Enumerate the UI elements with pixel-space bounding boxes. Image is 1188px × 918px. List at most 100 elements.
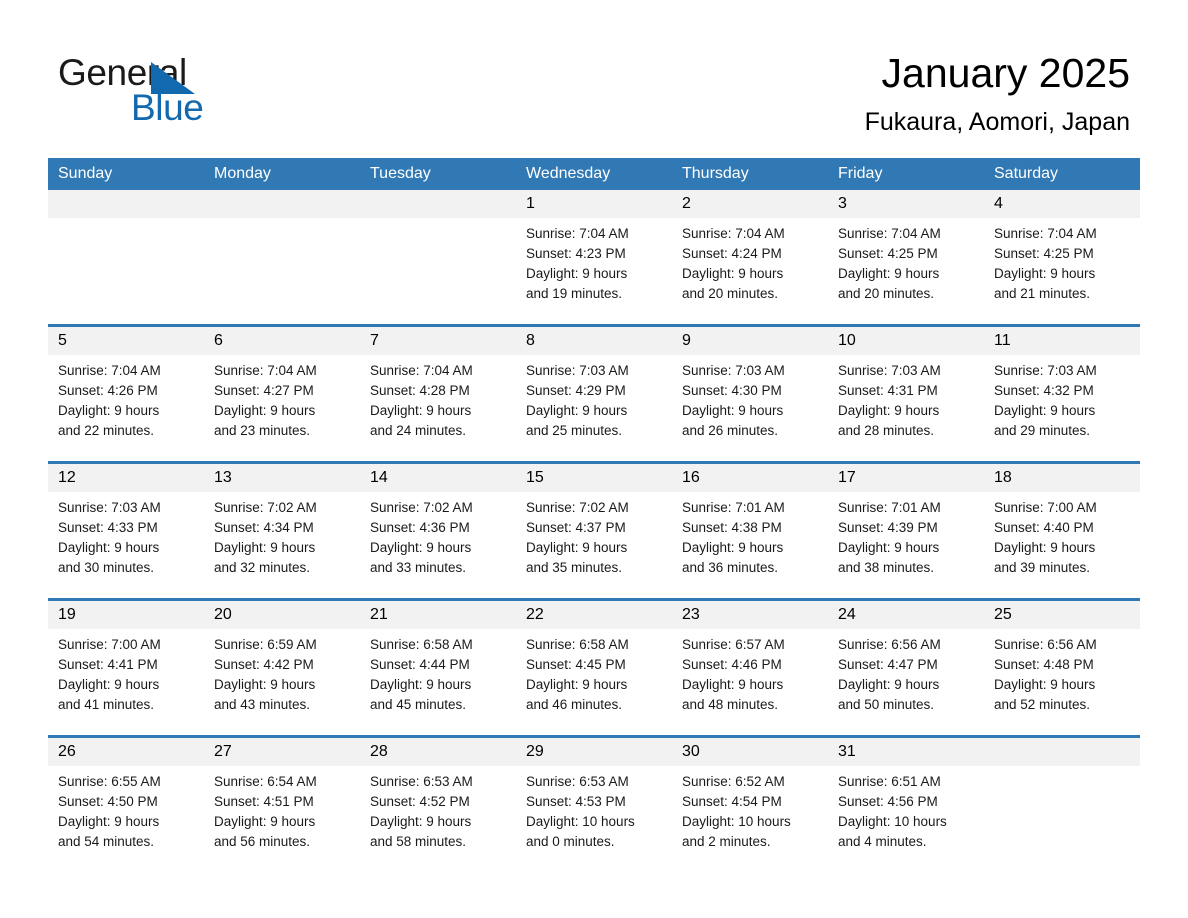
calendar-day-cell[interactable]: 2 Sunrise: 7:04 AM Sunset: 4:24 PM Daylight… xyxy=(672,190,828,316)
day-detail-text: Sunrise: 7:04 AM Sunset: 4:23 PM Daylight:… xyxy=(516,218,672,316)
day-detail-line: Sunset: 4:37 PM xyxy=(526,520,626,535)
calendar-grid: Sunday Monday Tuesday Wednesday Thursday Frid… xyxy=(48,158,1140,864)
calendar-day-cell[interactable]: 24 Sunrise: 6:56 AM Sunset: 4:47 PM Dayligh… xyxy=(828,598,984,727)
day-detail-text: Sunrise: 7:04 AM Sunset: 4:28 PM Daylight:… xyxy=(360,355,516,453)
day-detail-line: Sunset: 4:53 PM xyxy=(526,794,626,809)
calendar-day-cell[interactable]: 8 Sunrise: 7:03 AM Sunset: 4:29 PM Daylight… xyxy=(516,324,672,453)
day-detail-line: and 30 minutes. xyxy=(58,560,155,575)
day-detail-line: Sunrise: 7:04 AM xyxy=(370,363,473,378)
day-detail-line: Sunset: 4:51 PM xyxy=(214,794,314,809)
day-detail-line: and 52 minutes. xyxy=(994,697,1091,712)
day-number: 6 xyxy=(204,327,360,355)
calendar-day-cell[interactable]: 23 Sunrise: 6:57 AM Sunset: 4:46 PM Dayligh… xyxy=(672,598,828,727)
calendar-day-cell[interactable]: 30 Sunrise: 6:52 AM Sunset: 4:54 PM Dayligh… xyxy=(672,735,828,864)
day-detail-line: Sunrise: 7:04 AM xyxy=(838,226,941,241)
weekday-header-thursday: Thursday xyxy=(672,158,828,190)
day-detail-text: Sunrise: 6:55 AM Sunset: 4:50 PM Daylight:… xyxy=(48,766,204,864)
day-detail-line: Sunrise: 7:02 AM xyxy=(370,500,473,515)
day-detail-line: Daylight: 9 hours xyxy=(838,677,940,692)
day-detail-line: Sunrise: 6:51 AM xyxy=(838,774,941,789)
day-detail-line: Sunset: 4:40 PM xyxy=(994,520,1094,535)
day-detail-line: and 39 minutes. xyxy=(994,560,1091,575)
day-detail-line: Daylight: 9 hours xyxy=(682,677,784,692)
day-detail-line: Sunrise: 7:01 AM xyxy=(682,500,785,515)
day-number: 22 xyxy=(516,601,672,629)
day-number: 21 xyxy=(360,601,516,629)
calendar-day-cell[interactable]: 1 Sunrise: 7:04 AM Sunset: 4:23 PM Daylight… xyxy=(516,190,672,316)
day-detail-text: Sunrise: 7:04 AM Sunset: 4:25 PM Daylight:… xyxy=(984,218,1140,316)
day-number xyxy=(204,190,360,218)
general-blue-logo[interactable]: General Blue xyxy=(58,52,318,128)
day-detail-line: Sunset: 4:56 PM xyxy=(838,794,938,809)
calendar-day-cell[interactable]: 15 Sunrise: 7:02 AM Sunset: 4:37 PM Dayligh… xyxy=(516,461,672,590)
calendar-header-row: Sunday Monday Tuesday Wednesday Thursday Frid… xyxy=(48,158,1140,190)
day-detail-line: Daylight: 9 hours xyxy=(682,403,784,418)
day-detail-line: Sunrise: 6:53 AM xyxy=(370,774,473,789)
calendar-day-cell[interactable]: 3 Sunrise: 7:04 AM Sunset: 4:25 PM Daylight… xyxy=(828,190,984,316)
week-spacer-cell xyxy=(48,316,1140,326)
day-detail-text: Sunrise: 7:03 AM Sunset: 4:32 PM Daylight:… xyxy=(984,355,1140,453)
calendar-day-cell[interactable]: 22 Sunrise: 6:58 AM Sunset: 4:45 PM Dayligh… xyxy=(516,598,672,727)
calendar-day-cell[interactable]: 19 Sunrise: 7:00 AM Sunset: 4:41 PM Dayligh… xyxy=(48,598,204,727)
day-detail-text xyxy=(984,766,1140,848)
calendar-day-cell[interactable]: 4 Sunrise: 7:04 AM Sunset: 4:25 PM Daylight… xyxy=(984,190,1140,316)
day-detail-line: Daylight: 9 hours xyxy=(682,540,784,555)
day-number: 10 xyxy=(828,327,984,355)
day-detail-line: Sunrise: 7:03 AM xyxy=(838,363,941,378)
calendar-day-cell[interactable]: 29 Sunrise: 6:53 AM Sunset: 4:53 PM Dayligh… xyxy=(516,735,672,864)
calendar-day-cell[interactable]: 11 Sunrise: 7:03 AM Sunset: 4:32 PM Dayligh… xyxy=(984,324,1140,453)
weekday-header-monday: Monday xyxy=(204,158,360,190)
day-detail-line: Sunset: 4:25 PM xyxy=(838,246,938,261)
day-detail-text: Sunrise: 6:58 AM Sunset: 4:44 PM Daylight:… xyxy=(360,629,516,727)
day-detail-line: and 2 minutes. xyxy=(682,834,771,849)
calendar-day-cell[interactable]: 25 Sunrise: 6:56 AM Sunset: 4:48 PM Dayligh… xyxy=(984,598,1140,727)
day-detail-line: and 41 minutes. xyxy=(58,697,155,712)
calendar-day-cell[interactable]: 17 Sunrise: 7:01 AM Sunset: 4:39 PM Dayligh… xyxy=(828,461,984,590)
calendar-day-cell[interactable]: 26 Sunrise: 6:55 AM Sunset: 4:50 PM Dayligh… xyxy=(48,735,204,864)
calendar-day-cell[interactable]: 5 Sunrise: 7:04 AM Sunset: 4:26 PM Daylight… xyxy=(48,324,204,453)
day-detail-line: Sunrise: 7:03 AM xyxy=(526,363,629,378)
calendar-day-cell[interactable]: 14 Sunrise: 7:02 AM Sunset: 4:36 PM Dayligh… xyxy=(360,461,516,590)
day-detail-text xyxy=(360,218,516,300)
day-detail-line: Sunrise: 7:04 AM xyxy=(526,226,629,241)
calendar-day-cell[interactable]: 12 Sunrise: 7:03 AM Sunset: 4:33 PM Dayligh… xyxy=(48,461,204,590)
calendar-day-cell[interactable]: 6 Sunrise: 7:04 AM Sunset: 4:27 PM Daylight… xyxy=(204,324,360,453)
day-detail-line: Daylight: 9 hours xyxy=(994,540,1096,555)
day-number: 11 xyxy=(984,327,1140,355)
calendar-day-cell[interactable]: 28 Sunrise: 6:53 AM Sunset: 4:52 PM Dayligh… xyxy=(360,735,516,864)
calendar-day-cell[interactable]: 21 Sunrise: 6:58 AM Sunset: 4:44 PM Dayligh… xyxy=(360,598,516,727)
day-detail-line: Sunrise: 6:56 AM xyxy=(994,637,1097,652)
day-detail-line: and 24 minutes. xyxy=(370,423,467,438)
location-subtitle: Fukaura, Aomori, Japan xyxy=(864,108,1130,136)
day-detail-line: Sunset: 4:23 PM xyxy=(526,246,626,261)
calendar-day-cell[interactable]: 13 Sunrise: 7:02 AM Sunset: 4:34 PM Dayligh… xyxy=(204,461,360,590)
day-detail-line: Sunset: 4:42 PM xyxy=(214,657,314,672)
day-number: 25 xyxy=(984,601,1140,629)
day-detail-text: Sunrise: 6:57 AM Sunset: 4:46 PM Daylight:… xyxy=(672,629,828,727)
day-detail-text: Sunrise: 7:01 AM Sunset: 4:38 PM Daylight:… xyxy=(672,492,828,590)
day-number: 29 xyxy=(516,738,672,766)
day-detail-text xyxy=(204,218,360,300)
calendar-day-cell[interactable]: 20 Sunrise: 6:59 AM Sunset: 4:42 PM Dayligh… xyxy=(204,598,360,727)
day-number: 13 xyxy=(204,464,360,492)
calendar-day-cell[interactable]: 27 Sunrise: 6:54 AM Sunset: 4:51 PM Dayligh… xyxy=(204,735,360,864)
calendar-day-cell[interactable]: 18 Sunrise: 7:00 AM Sunset: 4:40 PM Dayligh… xyxy=(984,461,1140,590)
calendar-day-cell[interactable]: 16 Sunrise: 7:01 AM Sunset: 4:38 PM Dayligh… xyxy=(672,461,828,590)
calendar-day-cell[interactable]: 10 Sunrise: 7:03 AM Sunset: 4:31 PM Dayligh… xyxy=(828,324,984,453)
day-detail-line: Daylight: 9 hours xyxy=(526,403,628,418)
day-detail-line: and 4 minutes. xyxy=(838,834,927,849)
day-detail-text: Sunrise: 7:03 AM Sunset: 4:29 PM Daylight:… xyxy=(516,355,672,453)
calendar-day-cell[interactable]: 9 Sunrise: 7:03 AM Sunset: 4:30 PM Daylight… xyxy=(672,324,828,453)
day-number: 28 xyxy=(360,738,516,766)
calendar-day-cell[interactable]: 31 Sunrise: 6:51 AM Sunset: 4:56 PM Dayligh… xyxy=(828,735,984,864)
day-number xyxy=(360,190,516,218)
calendar-week-row: 26 Sunrise: 6:55 AM Sunset: 4:50 PM Dayligh… xyxy=(48,735,1140,864)
day-number: 1 xyxy=(516,190,672,218)
calendar-day-cell[interactable]: 7 Sunrise: 7:04 AM Sunset: 4:28 PM Daylight… xyxy=(360,324,516,453)
day-number: 7 xyxy=(360,327,516,355)
day-detail-line: Daylight: 9 hours xyxy=(838,540,940,555)
day-number: 27 xyxy=(204,738,360,766)
day-detail-text: Sunrise: 6:54 AM Sunset: 4:51 PM Daylight:… xyxy=(204,766,360,864)
day-detail-line: Sunrise: 6:54 AM xyxy=(214,774,317,789)
day-detail-text: Sunrise: 6:53 AM Sunset: 4:53 PM Daylight:… xyxy=(516,766,672,864)
